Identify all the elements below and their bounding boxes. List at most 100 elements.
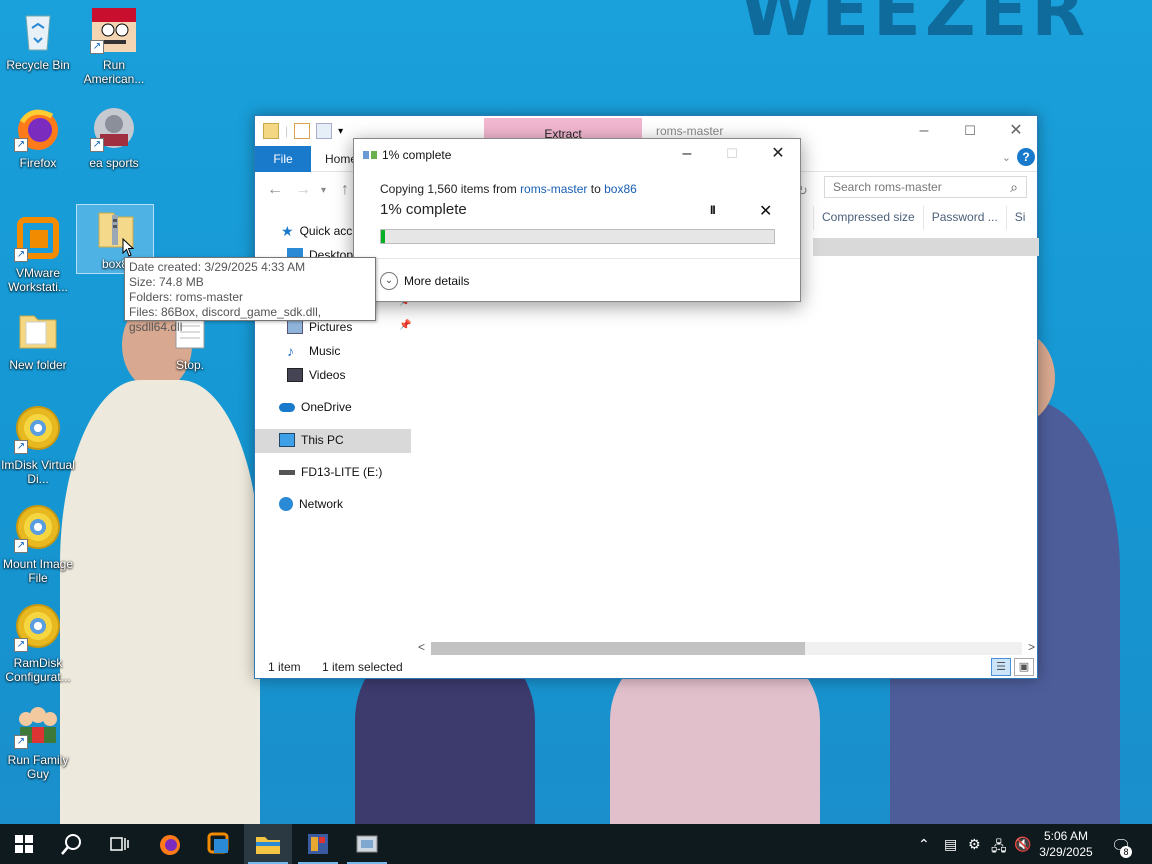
cancel-icon[interactable]: ✕ [759,201,772,221]
maximize-button: ☐ [726,146,738,161]
destination-link[interactable]: box86 [604,182,637,196]
divider [354,258,800,259]
close-button[interactable]: ✕ [755,139,801,169]
desktop-icon-imdisk[interactable]: ↗ ImDisk Virtual Di... [0,404,76,486]
forward-icon[interactable]: → [295,181,311,199]
nav-label: FD13-LITE (E:) [301,465,383,479]
percent-complete: 1% complete [380,201,467,218]
scroll-right-icon[interactable]: > [1028,640,1035,654]
desktop-icon-recycle-bin[interactable]: Recycle Bin [0,6,76,72]
dialog-title-bar[interactable]: 1% complete – ☐ ✕ [354,139,800,169]
minimize-button[interactable]: – [664,139,710,169]
taskbar-file-explorer[interactable] [244,824,292,864]
recent-locations-icon[interactable]: ▾ [321,185,326,196]
horizontal-scrollbar[interactable]: < > [415,640,1038,657]
desktop-icon-ea-sports[interactable]: ↗ ea sports [76,104,152,170]
nav-drive-e[interactable]: FD13-LITE (E:) [279,461,382,483]
nav-videos[interactable]: Videos [287,364,345,386]
app-icon [308,834,328,854]
desktop-icon-label: ea sports [89,156,139,170]
search-input[interactable]: Search roms-master ⌕ [824,176,1027,198]
firefox-icon: ↗ [14,104,62,152]
network-icon[interactable]: 🖧 [991,836,1007,860]
folder-icon [263,123,279,139]
divider: | [285,124,289,138]
selected-file-row[interactable] [813,238,1039,256]
search-button[interactable] [48,824,96,864]
column-size[interactable]: Si [1005,206,1034,230]
desktop-icon-mount-image[interactable]: ↗ Mount Image File [0,503,76,585]
help-icon[interactable]: ? [1017,148,1035,166]
taskbar-vmware[interactable] [195,824,243,864]
back-icon[interactable]: ← [267,181,283,199]
onedrive-icon [279,402,295,412]
videos-icon [287,368,303,382]
tab-file[interactable]: File [255,145,311,172]
quick-access-toolbar: | ▾ [255,123,343,139]
copy-progress-dialog[interactable]: 1% complete – ☐ ✕ Copying 1,560 items fr… [353,138,801,302]
scroll-thumb[interactable] [431,642,805,655]
music-icon: ♪ [287,343,294,359]
file-explorer-icon [256,837,280,854]
pin-icon: 📌 [399,320,412,331]
nav-music[interactable]: ♪ Music [287,340,340,362]
desktop-icon-ramdisk[interactable]: ↗ RamDisk Configurat... [0,602,76,684]
nav-this-pc[interactable]: This PC [279,429,344,451]
up-icon[interactable]: ↑ [341,181,349,199]
column-password[interactable]: Password ... [922,206,1006,230]
nav-label: Quick acc [299,224,353,238]
minimize-button[interactable]: – [901,116,947,146]
customize-toolbar-icon[interactable]: ▾ [338,126,343,137]
desktop-icon-label: Firefox [19,156,57,170]
wallpaper-figure [60,380,260,824]
disc-icon: ↗ [14,406,62,454]
item-count: 1 item [268,660,301,674]
nav-quick-access[interactable]: ★ Quick acc [281,220,352,242]
tray-device-icon[interactable]: ▤ [944,836,957,853]
expand-ribbon-icon[interactable]: ⌄ [1002,151,1011,164]
source-link[interactable]: roms-master [520,182,587,196]
tooltip-files: Files: 86Box, discord_game_sdk.dll, gsdl… [129,305,322,334]
desktop-icon-family-guy[interactable]: ↗ Run Family Guy [0,701,76,781]
status-bar: 1 item 1 item selected ☰ ▣ [255,656,1037,678]
copy-message-text: Copying 1,560 items from [380,182,521,196]
column-compressed-size[interactable]: Compressed size [813,206,923,230]
show-hidden-icons-icon[interactable]: ⌃ [918,836,930,853]
taskbar-app[interactable] [294,824,342,864]
progress-bar [380,229,775,244]
nav-label: Videos [309,368,346,382]
tooltip-date-created: Date created: 3/29/2025 4:33 AM [129,260,306,274]
nav-label: Music [309,344,341,358]
chevron-down-icon: ⌄ [380,272,398,290]
desktop-icon-run-american-dad[interactable]: ↗ Run American... [76,6,152,86]
volume-muted-icon[interactable]: 🔇 [1014,836,1031,853]
tooltip-folders: Folders: roms-master [129,290,244,304]
copy-message: Copying 1,560 items from roms-master to … [380,182,637,196]
desktop-icon-label: VMware Workstati... [8,266,68,294]
tooltip-size: Size: 74.8 MB [129,275,204,289]
window-title: roms-master [656,124,724,138]
close-button[interactable]: ✕ [993,116,1039,146]
folder-icon [14,306,62,354]
task-view-button[interactable] [96,824,144,864]
details-view-icon[interactable]: ☰ [991,658,1011,676]
taskbar-firefox[interactable] [146,824,194,864]
system-clock[interactable]: 5:06 AM 3/29/2025 [1030,828,1102,860]
desktop-icon-firefox[interactable]: ↗ Firefox [0,104,76,170]
large-icons-view-icon[interactable]: ▣ [1014,658,1034,676]
properties-icon[interactable] [294,123,311,139]
taskbar-app[interactable] [343,824,391,864]
desktop-icon-vmware[interactable]: ↗ VMware Workstati... [0,214,76,294]
desktop-icon-new-folder[interactable]: New folder [0,306,76,372]
desktop-icon-label: Mount Image File [2,557,74,585]
start-button[interactable] [0,824,48,864]
nav-onedrive[interactable]: OneDrive [279,396,352,418]
more-details-button[interactable]: ⌄ More details [380,272,469,290]
scroll-left-icon[interactable]: < [418,640,425,654]
pause-icon[interactable]: II [710,203,716,217]
mouse-cursor-icon [122,238,134,257]
nav-network[interactable]: Network [279,493,343,515]
tray-app-icon[interactable]: ⚙ [968,836,981,853]
maximize-button[interactable]: ☐ [947,116,993,146]
new-folder-icon[interactable] [316,123,333,139]
